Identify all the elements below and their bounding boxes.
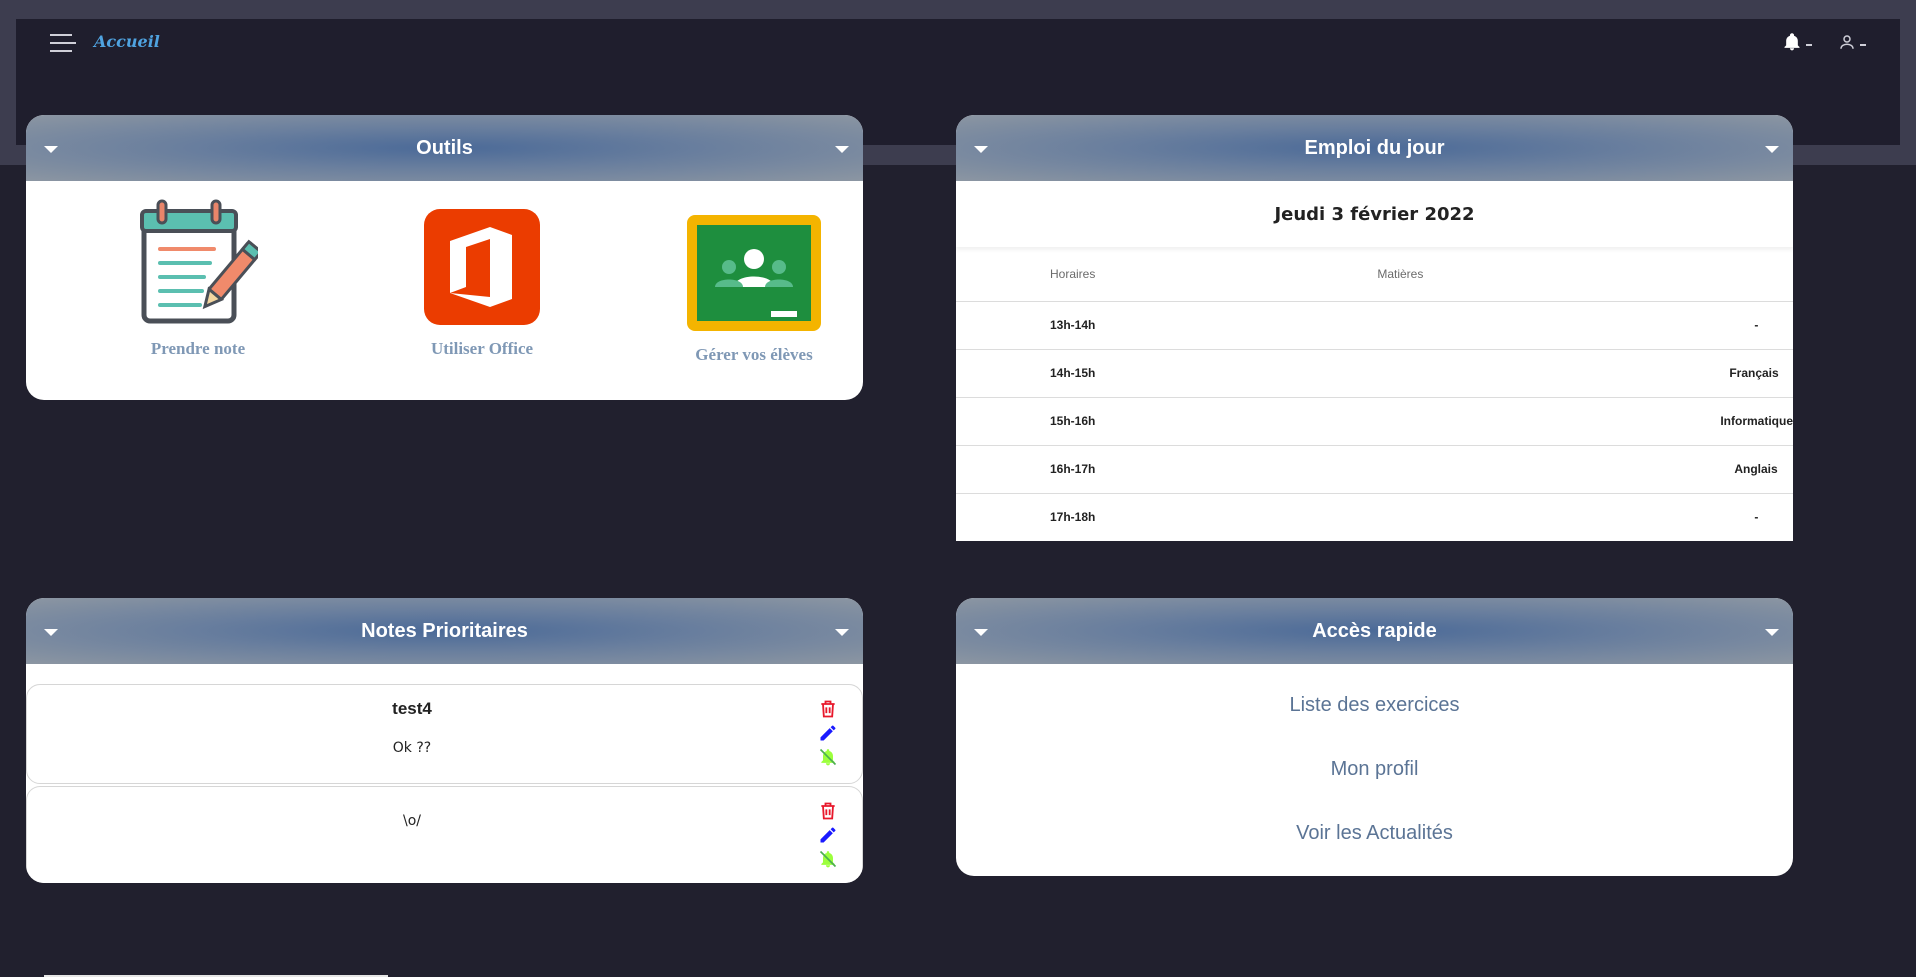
note-item: test4 Ok ?? (26, 684, 863, 784)
chevron-down-icon (1806, 43, 1812, 46)
take-note-label: Prendre note (150, 339, 246, 358)
collapse-left-icon[interactable] (974, 629, 988, 636)
table-row: 14h-15h Français (956, 349, 1793, 398)
user-icon (1840, 34, 1854, 49)
collapse-right-icon[interactable] (1765, 629, 1779, 636)
table-row: 13h-14h - (956, 301, 1793, 350)
row-subject: - (1754, 510, 1759, 525)
schedule-title: Emploi du jour (1304, 136, 1445, 159)
row-time: 16h-17h (956, 445, 1246, 494)
exercises-link[interactable]: Liste des exercices (956, 673, 1793, 737)
quick-access-card: Accès rapide Liste des exercices Mon pro… (956, 598, 1793, 876)
note-text: \o/ (403, 813, 421, 829)
brand-title[interactable]: Accueil (94, 32, 160, 51)
table-row: 15h-16h Informatique (956, 397, 1793, 446)
table-row: 17h-18h - (956, 493, 1793, 541)
row-subject: Français (1245, 349, 1793, 398)
priority-notes-card: Notes Prioritaires test4 Ok ?? \o/ (26, 598, 863, 883)
tools-title: Outils (416, 136, 473, 159)
notes-title: Notes Prioritaires (361, 619, 528, 642)
header-time: Horaires (956, 247, 1246, 302)
table-row: 16h-17h Anglais (956, 445, 1793, 494)
row-time: 13h-14h (956, 301, 1246, 350)
notifications-button[interactable] (1782, 31, 1812, 52)
classroom-tool[interactable]: Gérer vos élèves (654, 215, 854, 365)
note-actions (818, 801, 842, 873)
note-actions (818, 699, 842, 771)
notifications-off-icon[interactable] (818, 849, 838, 869)
row-time: 17h-18h (1050, 510, 1096, 525)
notifications-off-icon[interactable] (818, 747, 838, 767)
schedule-date: Jeudi 3 février 2022 (956, 181, 1793, 247)
quick-card-header: Accès rapide (956, 598, 1793, 664)
notepad-icon (140, 199, 264, 324)
row-time: 14h-15h (956, 349, 1246, 398)
header-subject: Matières (1245, 247, 1793, 302)
quick-links: Liste des exercices Mon profil Voir les … (956, 664, 1793, 865)
collapse-right-icon[interactable] (835, 629, 849, 636)
collapse-left-icon[interactable] (974, 146, 988, 153)
edit-icon[interactable] (818, 825, 838, 845)
office-icon (424, 209, 540, 325)
tools-card-header: Outils (26, 115, 863, 181)
delete-icon[interactable] (818, 801, 838, 821)
account-button[interactable] (1838, 31, 1866, 51)
edit-icon[interactable] (818, 723, 838, 743)
schedule-card-header: Emploi du jour (956, 115, 1793, 181)
menu-icon[interactable] (50, 32, 76, 54)
office-tool[interactable]: Utiliser Office (402, 209, 562, 359)
quick-title: Accès rapide (1312, 619, 1437, 642)
note-item: \o/ (26, 786, 863, 883)
office-label: Utiliser Office (430, 339, 534, 358)
row-subject: Anglais (1245, 445, 1793, 494)
collapse-right-icon[interactable] (1765, 146, 1779, 153)
profile-link[interactable]: Mon profil (956, 737, 1793, 801)
collapse-left-icon[interactable] (44, 146, 58, 153)
row-subject: Informatique (1245, 397, 1793, 446)
note-title: test4 (392, 699, 432, 718)
notes-card-header: Notes Prioritaires (26, 598, 863, 664)
note-text: Ok ?? (392, 740, 432, 756)
schedule-card: Emploi du jour Jeudi 3 février 2022 Hora… (956, 115, 1793, 541)
row-subject: - (1245, 301, 1793, 350)
take-note-tool[interactable]: Prendre note (124, 199, 272, 359)
news-link[interactable]: Voir les Actualités (956, 801, 1793, 865)
chevron-down-icon (1860, 43, 1866, 46)
classroom-icon (687, 215, 821, 331)
table-header-row: Horaires Matières (956, 247, 1793, 302)
row-time: 15h-16h (956, 397, 1246, 446)
tools-card: Outils Prendre note Utiliser Office Gére… (26, 115, 863, 400)
collapse-right-icon[interactable] (835, 146, 849, 153)
classroom-label: Gérer vos élèves (695, 345, 813, 364)
schedule-table: Horaires Matières 13h-14h - 14h-15h Fran… (956, 247, 1793, 541)
bell-icon (1784, 32, 1800, 50)
collapse-left-icon[interactable] (44, 629, 58, 636)
delete-icon[interactable] (818, 699, 838, 719)
